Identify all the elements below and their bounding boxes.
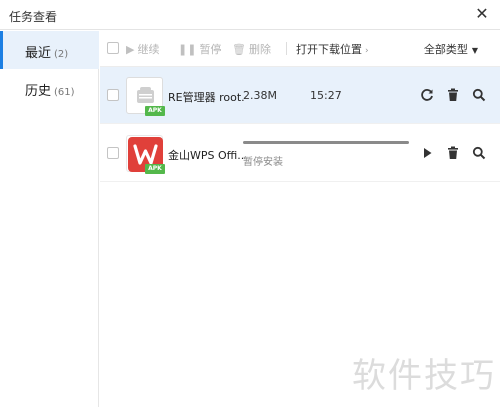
sidebar-item-history[interactable]: 历史 (61) <box>0 69 99 107</box>
trash-icon: 🗑 <box>232 43 246 56</box>
title-bar: 任务查看 ✕ <box>0 0 500 30</box>
sidebar-history-count: (61) <box>54 87 75 98</box>
apk-badge: APK <box>145 106 165 116</box>
type-filter-dropdown[interactable]: 全部类型 ▼ <box>424 41 478 57</box>
apk-badge: APK <box>145 164 165 174</box>
open-download-folder-button[interactable]: 打开下载位置 › <box>296 41 369 57</box>
delete-label: 删除 <box>248 43 271 56</box>
sidebar-recent-count: (2) <box>54 49 69 60</box>
task-status: 暂停安装 <box>243 157 283 168</box>
toolbar-divider <box>286 42 287 55</box>
open-folder-label: 打开下载位置 <box>296 43 362 56</box>
app-icon: APK <box>126 77 165 116</box>
pause-icon: ❚❚ <box>178 43 197 56</box>
type-filter-label: 全部类型 <box>423 43 468 56</box>
continue-button[interactable]: ▶ 继续 <box>126 41 159 57</box>
trash-icon[interactable] <box>445 87 461 103</box>
search-icon[interactable] <box>471 87 487 103</box>
progress-bar <box>243 141 409 144</box>
task-name: 金山WPS Offi... <box>168 149 244 162</box>
row-checkbox[interactable] <box>107 147 119 159</box>
chevron-right-icon: › <box>365 46 369 56</box>
task-row[interactable]: APK 金山WPS Offi... 暂停安装 <box>100 125 500 182</box>
chevron-down-icon: ▼ <box>471 46 478 55</box>
sidebar: 最近 (2) 历史 (61) <box>0 31 99 407</box>
progress-fill <box>243 141 409 144</box>
pause-label: 暂停 <box>199 43 222 56</box>
task-name: RE管理器 root... <box>168 91 244 104</box>
trash-icon[interactable] <box>445 145 461 161</box>
window-title: 任务查看 <box>9 10 58 24</box>
watermark: 软件技巧 <box>352 356 496 396</box>
app-icon: APK <box>126 135 165 174</box>
play-icon[interactable] <box>419 145 435 161</box>
row-checkbox[interactable] <box>107 89 119 101</box>
task-time: 15:27 <box>310 89 342 102</box>
sidebar-recent-label: 最近 <box>25 46 52 61</box>
close-icon[interactable]: ✕ <box>473 5 491 23</box>
toolbar: ▶ 继续 ❚❚ 暂停 🗑 删除 打开下载位置 › 全部类型 ▼ <box>100 31 500 67</box>
select-all-checkbox[interactable] <box>107 42 119 54</box>
retry-icon[interactable] <box>419 87 435 103</box>
play-icon: ▶ <box>126 43 135 56</box>
search-icon[interactable] <box>471 145 487 161</box>
sidebar-history-label: 历史 <box>25 84 52 99</box>
task-row[interactable]: APK RE管理器 root... 2.38M 15:27 <box>100 67 500 124</box>
sidebar-item-label: 历史 (61) <box>25 80 75 99</box>
sidebar-item-recent[interactable]: 最近 (2) <box>0 31 99 69</box>
task-size: 2.38M <box>243 89 277 102</box>
pause-button[interactable]: ❚❚ 暂停 <box>178 41 221 57</box>
sidebar-item-label: 最近 (2) <box>25 42 68 61</box>
delete-button[interactable]: 🗑 删除 <box>232 41 271 57</box>
continue-label: 继续 <box>137 43 160 56</box>
